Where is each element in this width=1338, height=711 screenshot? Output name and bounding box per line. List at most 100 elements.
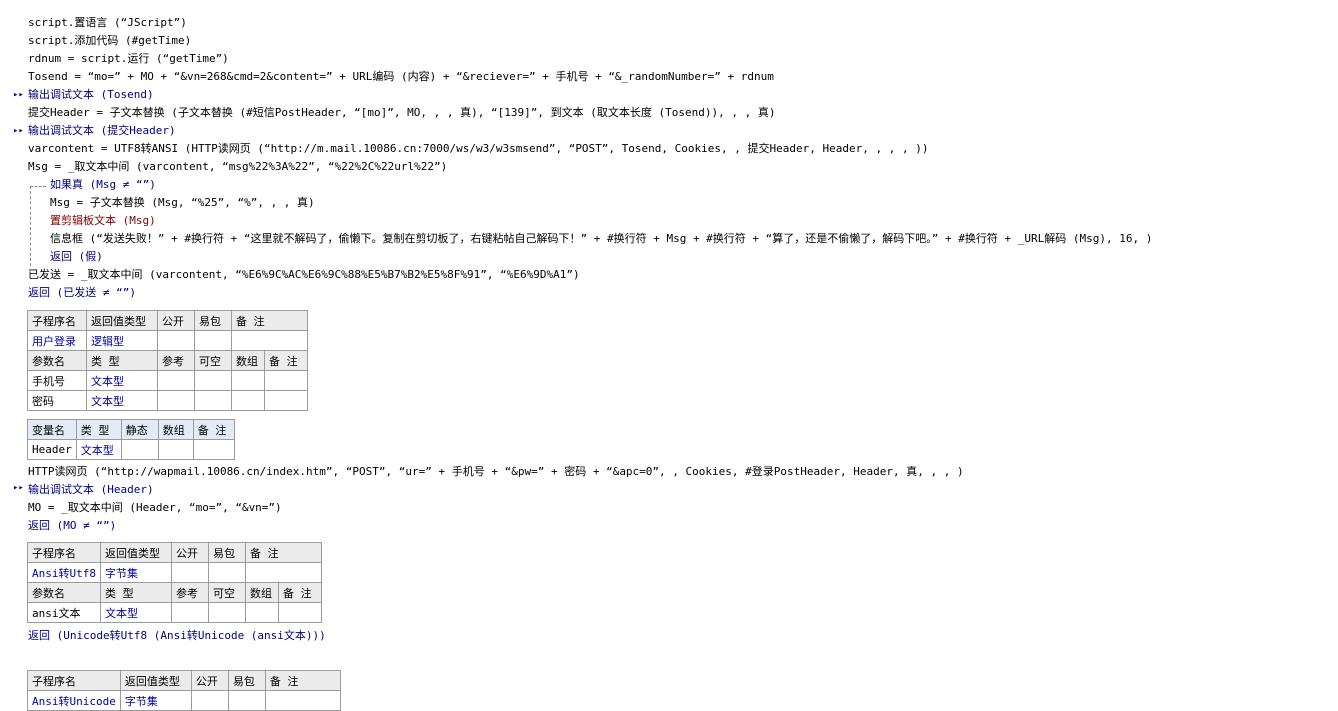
code-line[interactable]: 返回 (已发送 ≠ “”): [28, 284, 136, 302]
param-name-cell[interactable]: 密码: [27, 390, 87, 411]
header-cell: 返回值类型: [99, 542, 172, 563]
header-cell: 备 注: [264, 350, 308, 371]
breakpoint-marker-icon[interactable]: ▸▸: [13, 90, 24, 100]
code-line[interactable]: 返回 (MO ≠ “”): [28, 517, 116, 535]
code-line[interactable]: rdnum = script.运行 (“getTime”): [28, 50, 229, 68]
code-line[interactable]: HTTP读网页 (“http://wapmail.10086.cn/index.…: [28, 463, 964, 481]
table-cell[interactable]: [157, 390, 195, 411]
header-cell: 返回值类型: [86, 310, 158, 331]
param-name-cell[interactable]: 手机号: [27, 370, 87, 391]
header-cell: 备 注: [277, 582, 322, 603]
header-cell: 数组: [231, 350, 265, 371]
table-cell[interactable]: [170, 602, 209, 623]
header-cell: 类 型: [86, 350, 158, 371]
code-line[interactable]: 返回 (假): [50, 248, 103, 266]
variable-table[interactable]: 变量名 类 型 静态 数组 备 注 Header 文本型: [27, 419, 235, 460]
table-cell[interactable]: [231, 370, 265, 391]
header-cell: 类 型: [99, 582, 172, 603]
subroutine-table[interactable]: 子程序名 返回值类型 公开 易包 备 注 用户登录 逻辑型 参数名 类 型 参考…: [27, 310, 308, 411]
code-line[interactable]: Msg = _取文本中间 (varcontent, “msg%22%3A%22”…: [28, 158, 447, 176]
table-cell[interactable]: [192, 439, 235, 460]
table-cell[interactable]: [194, 390, 232, 411]
code-line[interactable]: script.置语言 (“JScript”): [28, 14, 187, 32]
code-line[interactable]: script.添加代码 (#getTime): [28, 32, 191, 50]
param-type-cell[interactable]: 文本型: [86, 370, 158, 391]
header-cell: 返回值类型: [119, 670, 192, 691]
table-cell[interactable]: [277, 602, 322, 623]
header-cell: 数组: [244, 582, 279, 603]
header-cell: 参考: [170, 582, 209, 603]
header-cell: 类 型: [75, 419, 122, 440]
header-cell: 备 注: [264, 670, 341, 691]
table-cell[interactable]: [190, 690, 229, 711]
table-cell[interactable]: [194, 370, 232, 391]
code-line[interactable]: 置剪辑板文本 (Msg): [50, 212, 156, 230]
subroutine-table[interactable]: 子程序名 返回值类型 公开 易包 备 注 Ansi转Unicode 字节集: [27, 670, 341, 711]
header-cell: 易包: [207, 542, 246, 563]
return-type-cell[interactable]: 逻辑型: [86, 330, 158, 351]
header-cell: 子程序名: [27, 670, 121, 691]
header-cell: 可空: [207, 582, 246, 603]
code-line[interactable]: Msg = 子文本替换 (Msg, “%25”, “%”, , , 真): [50, 194, 315, 212]
table-cell[interactable]: [244, 562, 322, 583]
table-cell[interactable]: [264, 690, 341, 711]
subroutine-name-cell[interactable]: Ansi转Utf8: [27, 562, 101, 583]
header-cell: 参考: [157, 350, 195, 371]
code-line[interactable]: 如果真 (Msg ≠ “”): [50, 176, 156, 194]
param-name-cell[interactable]: ansi文本: [27, 602, 101, 623]
subroutine-table[interactable]: 子程序名 返回值类型 公开 易包 备 注 Ansi转Utf8 字节集 参数名 类…: [27, 542, 322, 623]
param-type-cell[interactable]: 文本型: [99, 602, 172, 623]
header-cell: 参数名: [27, 582, 101, 603]
header-cell: 备 注: [231, 310, 308, 331]
param-type-cell[interactable]: 文本型: [86, 390, 158, 411]
breakpoint-marker-icon[interactable]: ▸▸: [13, 126, 24, 136]
table-cell[interactable]: [231, 390, 265, 411]
table-cell[interactable]: [244, 602, 279, 623]
table-cell[interactable]: [170, 562, 209, 583]
header-cell: 静态: [120, 419, 159, 440]
header-cell: 易包: [227, 670, 266, 691]
code-line[interactable]: 信息框 (“发送失败！” + #换行符 + “这里就不解码了，偷懒下。复制在剪切…: [50, 230, 1152, 248]
code-line[interactable]: varcontent = UTF8转ANSI (HTTP读网页 (“http:/…: [28, 140, 928, 158]
code-line[interactable]: 已发送 = _取文本中间 (varcontent, “%E6%9C%AC%E6%…: [28, 266, 580, 284]
code-line[interactable]: 返回 (Unicode转Utf8 (Ansi转Unicode (ansi文本))…: [28, 627, 326, 645]
code-line[interactable]: MO = _取文本中间 (Header, “mo=”, “&vn=”): [28, 499, 282, 517]
header-cell: 公开: [170, 542, 209, 563]
breakpoint-marker-icon[interactable]: ▸▸: [13, 483, 24, 493]
table-cell[interactable]: [157, 370, 195, 391]
table-cell[interactable]: [157, 439, 194, 460]
flow-guide-line: [30, 186, 46, 187]
table-cell[interactable]: [264, 390, 308, 411]
header-cell: 数组: [157, 419, 194, 440]
table-cell[interactable]: [264, 370, 308, 391]
table-cell[interactable]: [157, 330, 195, 351]
header-cell: 可空: [194, 350, 232, 371]
header-cell: 子程序名: [27, 310, 87, 331]
subroutine-name-cell[interactable]: 用户登录: [27, 330, 87, 351]
header-cell: 备 注: [244, 542, 322, 563]
variable-type-cell[interactable]: 文本型: [75, 439, 122, 460]
return-type-cell[interactable]: 字节集: [119, 690, 192, 711]
code-line[interactable]: 输出调试文本 (Tosend): [28, 86, 154, 104]
header-cell: 参数名: [27, 350, 87, 371]
table-cell[interactable]: [120, 439, 159, 460]
header-cell: 易包: [194, 310, 232, 331]
code-line[interactable]: 提交Header = 子文本替换 (子文本替换 (#短信PostHeader, …: [28, 104, 775, 122]
code-line[interactable]: Tosend = “mo=” + MO + “&vn=268&cmd=2&con…: [28, 68, 774, 86]
table-cell[interactable]: [231, 330, 308, 351]
table-cell[interactable]: [227, 690, 266, 711]
variable-name-cell[interactable]: Header: [27, 439, 77, 460]
return-type-cell[interactable]: 字节集: [99, 562, 172, 583]
table-cell[interactable]: [207, 602, 246, 623]
code-line[interactable]: 输出调试文本 (Header): [28, 481, 154, 499]
code-line[interactable]: 输出调试文本 (提交Header): [28, 122, 176, 140]
table-cell[interactable]: [194, 330, 232, 351]
header-cell: 备 注: [192, 419, 235, 440]
header-cell: 变量名: [27, 419, 77, 440]
header-cell: 公开: [157, 310, 195, 331]
header-cell: 子程序名: [27, 542, 101, 563]
table-cell[interactable]: [207, 562, 246, 583]
header-cell: 公开: [190, 670, 229, 691]
subroutine-name-cell[interactable]: Ansi转Unicode: [27, 690, 121, 711]
flow-guide-line: [30, 186, 31, 266]
